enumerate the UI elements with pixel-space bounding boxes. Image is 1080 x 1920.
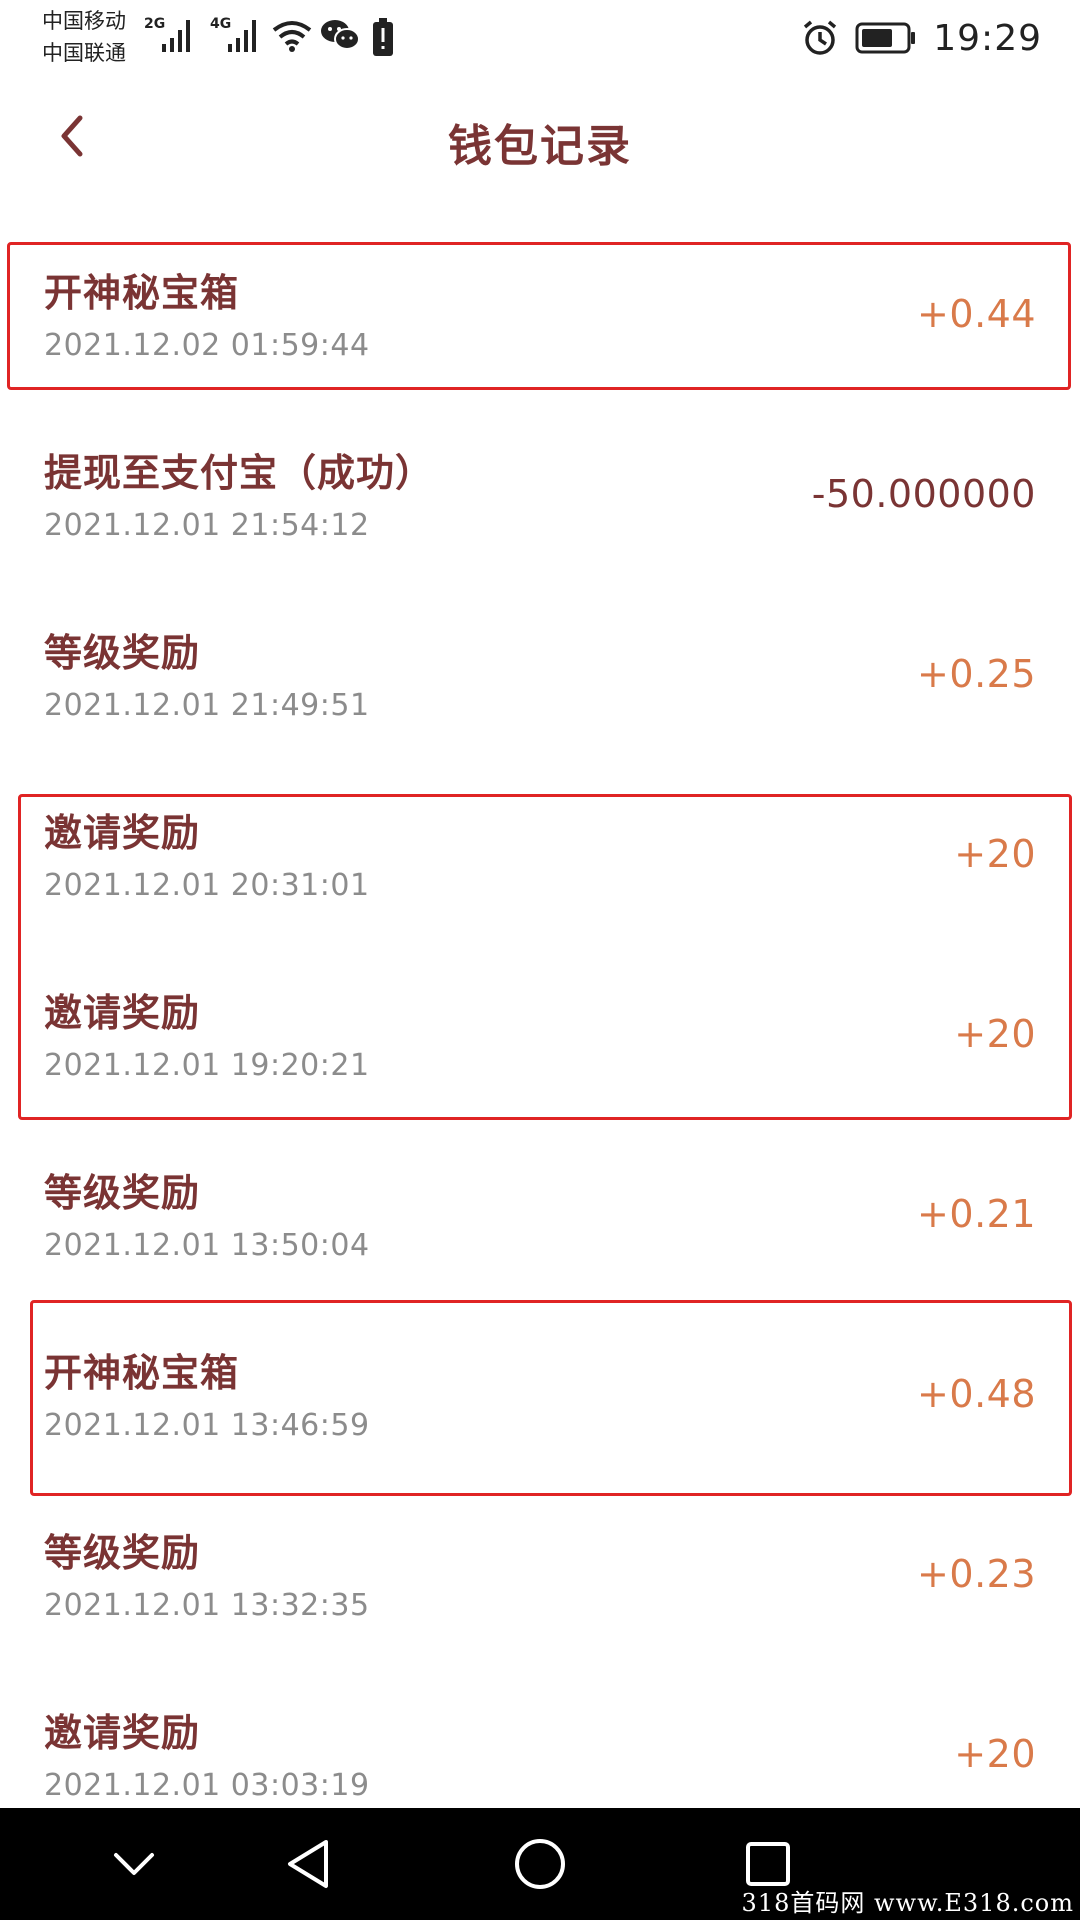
list-item[interactable]: 等级奖励 2021.12.01 13:50:04 +0.21 — [0, 1140, 1080, 1320]
chevron-down-icon — [114, 1853, 154, 1875]
carrier-1-label: 中国移动 — [42, 9, 126, 33]
record-time: 2021.12.01 13:46:59 — [44, 1408, 370, 1443]
alarm-icon — [804, 20, 837, 55]
record-time: 2021.12.01 19:20:21 — [44, 1048, 370, 1083]
nav-back-button[interactable] — [278, 1834, 338, 1894]
wallet-record-list: 开神秘宝箱 2021.12.02 01:59:44 +0.44 提现至支付宝（成… — [0, 240, 1080, 1860]
record-amount: +0.48 — [917, 1372, 1036, 1416]
record-time: 2021.12.01 13:50:04 — [44, 1228, 370, 1263]
alert-battery-icon — [373, 18, 393, 56]
page-header: 钱包记录 — [0, 90, 1080, 182]
record-title: 开神秘宝箱 — [44, 1351, 240, 1395]
record-amount: +20 — [954, 1732, 1036, 1776]
back-triangle-icon — [288, 1840, 328, 1888]
record-title: 邀请奖励 — [44, 1711, 201, 1755]
signal-icon — [228, 20, 256, 52]
record-time: 2021.12.01 21:54:12 — [44, 508, 370, 543]
record-amount: +0.23 — [917, 1552, 1036, 1596]
record-amount: +20 — [954, 832, 1036, 876]
status-right-group: 19:29 — [801, 14, 1042, 62]
carrier-2-label: 中国联通 — [42, 41, 126, 65]
record-title: 等级奖励 — [44, 1171, 201, 1215]
list-item[interactable]: 提现至支付宝（成功） 2021.12.01 21:54:12 -50.00000… — [0, 420, 1080, 600]
record-title: 等级奖励 — [44, 1531, 201, 1575]
nav-home-button[interactable] — [510, 1834, 570, 1894]
wechat-icon — [321, 20, 360, 50]
record-amount: -50.000000 — [811, 472, 1036, 516]
record-amount: +0.21 — [917, 1192, 1036, 1236]
page-title: 钱包记录 — [448, 121, 632, 172]
record-time: 2021.12.01 21:49:51 — [44, 688, 370, 723]
record-time: 2021.12.01 03:03:19 — [44, 1768, 370, 1803]
record-title: 邀请奖励 — [44, 811, 201, 855]
list-item[interactable]: 邀请奖励 2021.12.01 19:20:21 +20 — [0, 960, 1080, 1140]
list-item[interactable]: 等级奖励 2021.12.01 13:32:35 +0.23 — [0, 1500, 1080, 1680]
record-title: 等级奖励 — [44, 631, 201, 675]
record-amount: +20 — [954, 1012, 1036, 1056]
record-title: 邀请奖励 — [44, 991, 201, 1035]
record-title: 开神秘宝箱 — [44, 271, 240, 315]
watermark-text: 318首码网 www.E318.com — [741, 1889, 1074, 1917]
battery-icon — [855, 22, 916, 54]
record-time: 2021.12.01 20:31:01 — [44, 868, 370, 903]
list-item[interactable]: 开神秘宝箱 2021.12.02 01:59:44 +0.44 — [0, 240, 1080, 420]
signal-icon — [162, 20, 190, 52]
record-time: 2021.12.01 13:32:35 — [44, 1588, 370, 1623]
list-item[interactable]: 开神秘宝箱 2021.12.01 13:46:59 +0.48 — [0, 1320, 1080, 1500]
nav-collapse-button[interactable] — [104, 1834, 164, 1894]
system-nav-bar: 318首码网 www.E318.com — [0, 1808, 1080, 1920]
home-circle-icon — [515, 1839, 565, 1889]
record-amount: +0.25 — [917, 652, 1036, 696]
list-item[interactable]: 邀请奖励 2021.12.01 20:31:01 +20 — [0, 780, 1080, 960]
record-title: 提现至支付宝（成功） — [44, 451, 435, 495]
record-amount: +0.44 — [917, 292, 1036, 336]
status-bar: 中国移动 中国联通 2G 4G 19:29 — [0, 0, 1080, 78]
list-item[interactable]: 等级奖励 2021.12.01 21:49:51 +0.25 — [0, 600, 1080, 780]
wifi-icon — [272, 21, 312, 52]
record-time: 2021.12.02 01:59:44 — [44, 328, 370, 363]
clock-time: 19:29 — [933, 17, 1042, 59]
wallet-records-screen: 中国移动 中国联通 2G 4G 19:29 钱包记录 开神秘宝箱 2021.12… — [0, 0, 1080, 1920]
recents-square-icon — [746, 1842, 790, 1886]
